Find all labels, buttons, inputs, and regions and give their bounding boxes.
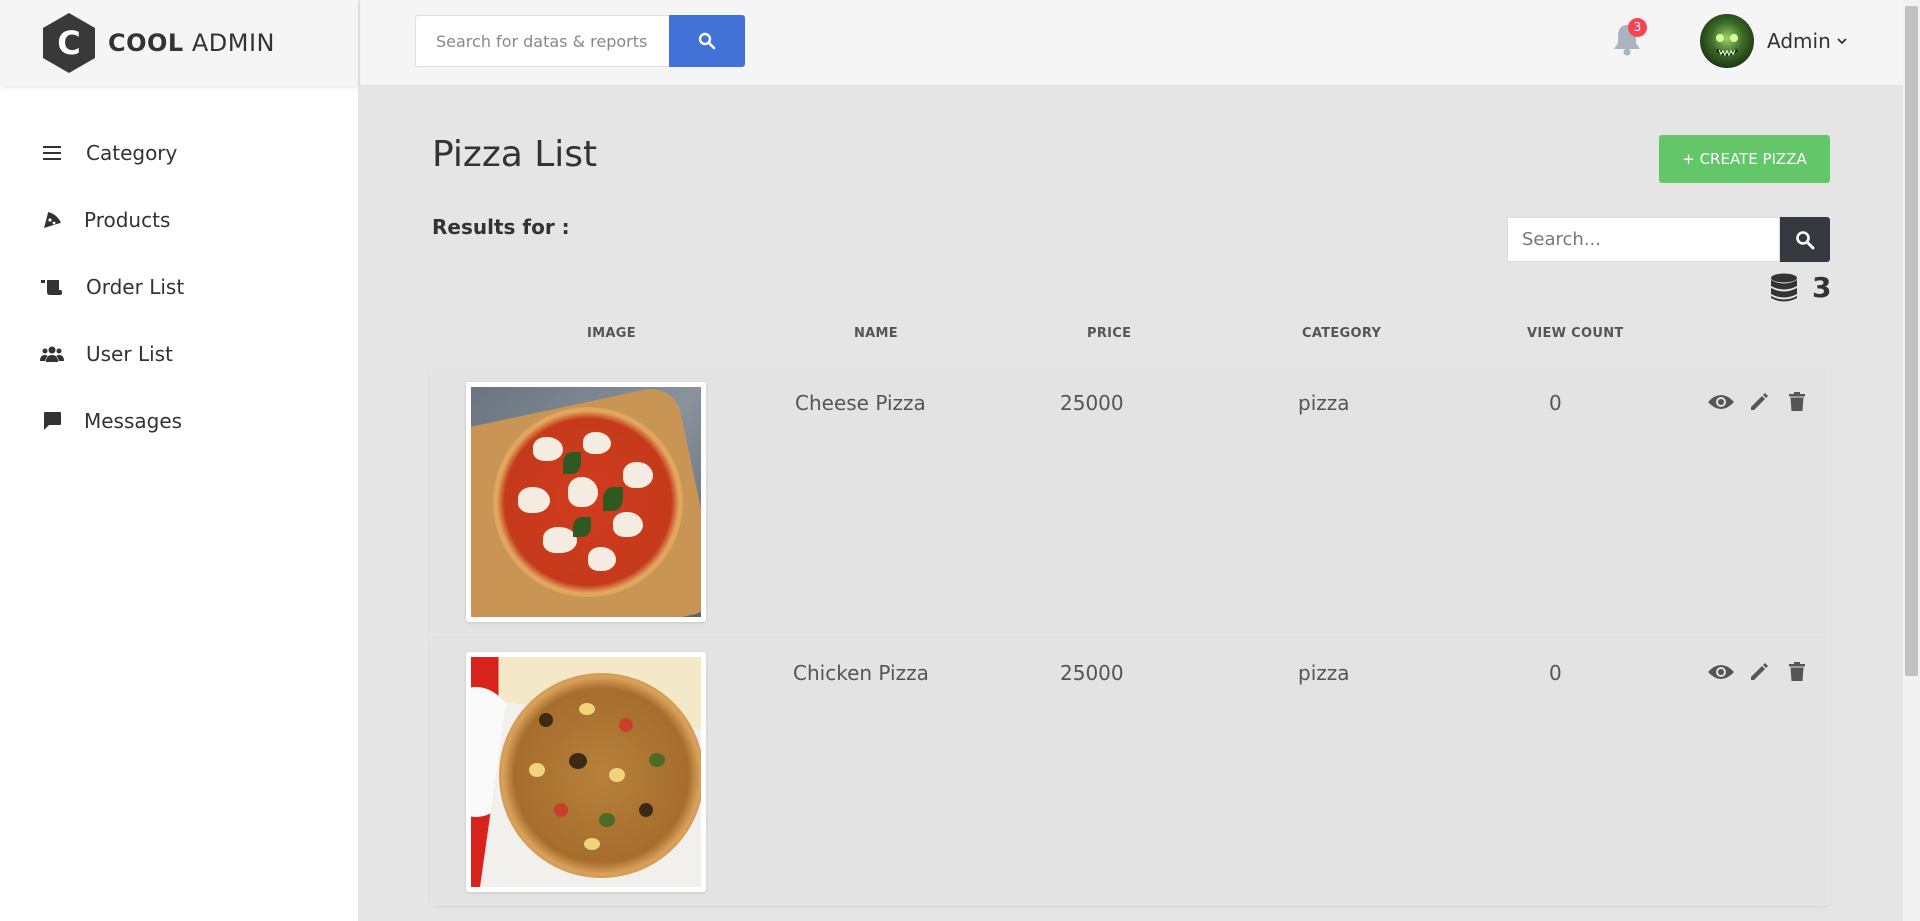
create-pizza-button[interactable]: + CREATE PIZZA (1659, 135, 1830, 183)
search-icon (1796, 230, 1815, 249)
scrollbar-thumb[interactable] (1905, 6, 1918, 676)
pizza-price: 25000 (1060, 391, 1124, 415)
sidebar-item-label: Messages (84, 408, 183, 433)
receipt-icon (40, 275, 64, 299)
eye-icon (1708, 665, 1734, 679)
notification-bell[interactable]: 3 (1612, 18, 1647, 60)
sidebar-item-label: Order List (86, 274, 185, 299)
sidebar-item-user-list[interactable]: User List (0, 320, 358, 387)
pizza-view-count: 0 (1549, 391, 1562, 415)
pizza-view-count: 0 (1549, 661, 1562, 685)
delete-button[interactable] (1783, 388, 1811, 416)
pizza-slice-icon (40, 208, 64, 232)
column-header-view-count: VIEW COUNT (1527, 326, 1624, 341)
trash-icon (1789, 392, 1805, 411)
table-row: Cheese Pizza 25000 pizza 0 (432, 366, 1829, 634)
pencil-icon (1751, 393, 1768, 410)
global-search-button[interactable] (669, 15, 745, 67)
pizza-image (466, 652, 706, 892)
pizza-image (466, 382, 706, 622)
sidebar-nav: Category Products Order List User List M… (0, 119, 358, 454)
svg-text:C: C (57, 24, 80, 62)
column-header-image: IMAGE (587, 326, 636, 341)
sidebar-item-label: User List (86, 341, 173, 366)
account-name: Admin (1767, 29, 1831, 53)
pencil-icon (1751, 663, 1768, 680)
sidebar: C COOL ADMIN Category Products Order Lis… (0, 0, 359, 921)
view-button[interactable] (1707, 658, 1735, 686)
global-search (415, 15, 745, 67)
table-header: IMAGE NAME PRICE CATEGORY VIEW COUNT (432, 326, 1829, 356)
pizza-category: pizza (1298, 391, 1350, 415)
message-icon (40, 409, 64, 433)
sidebar-item-messages[interactable]: Messages (0, 387, 358, 454)
notification-badge: 3 (1628, 18, 1647, 37)
top-header: 3 Admin (360, 0, 1920, 86)
total-count: 3 (1770, 271, 1831, 304)
row-actions (1707, 658, 1811, 686)
sidebar-item-label: Category (86, 140, 178, 165)
view-button[interactable] (1707, 388, 1735, 416)
page-scrollbar[interactable] (1903, 0, 1920, 921)
pizza-category: pizza (1298, 661, 1350, 685)
account-menu[interactable]: Admin (1700, 14, 1847, 68)
pizza-name: Cheese Pizza (795, 391, 926, 415)
table-row: Chicken Pizza 25000 pizza 0 (432, 636, 1829, 904)
edit-button[interactable] (1745, 388, 1773, 416)
trash-icon (1789, 662, 1805, 681)
page-title: Pizza List (432, 134, 598, 175)
logo-hexagon-icon: C (43, 13, 95, 73)
eye-icon (1708, 395, 1734, 409)
chevron-down-icon (1837, 38, 1847, 45)
column-header-price: PRICE (1087, 326, 1132, 341)
table-search-input[interactable] (1507, 217, 1780, 262)
results-label: Results for : (432, 215, 570, 239)
pizza-price: 25000 (1060, 661, 1124, 685)
table-search (1507, 217, 1830, 262)
avatar (1700, 14, 1754, 68)
total-count-value: 3 (1812, 271, 1832, 304)
logo[interactable]: C COOL ADMIN (0, 0, 358, 86)
sidebar-item-category[interactable]: Category (0, 119, 358, 186)
database-icon (1771, 273, 1797, 301)
row-actions (1707, 388, 1811, 416)
brand-name: COOL ADMIN (108, 29, 275, 57)
global-search-input[interactable] (415, 15, 669, 67)
edit-button[interactable] (1745, 658, 1773, 686)
sidebar-item-label: Products (84, 207, 171, 232)
sidebar-item-order-list[interactable]: Order List (0, 253, 358, 320)
column-header-category: CATEGORY (1302, 326, 1382, 341)
users-icon (40, 342, 64, 366)
menu-icon (40, 141, 64, 165)
pizza-name: Chicken Pizza (793, 661, 929, 685)
delete-button[interactable] (1783, 658, 1811, 686)
table-search-button[interactable] (1780, 217, 1830, 262)
column-header-name: NAME (854, 326, 898, 341)
search-icon (698, 32, 716, 50)
sidebar-item-products[interactable]: Products (0, 186, 358, 253)
